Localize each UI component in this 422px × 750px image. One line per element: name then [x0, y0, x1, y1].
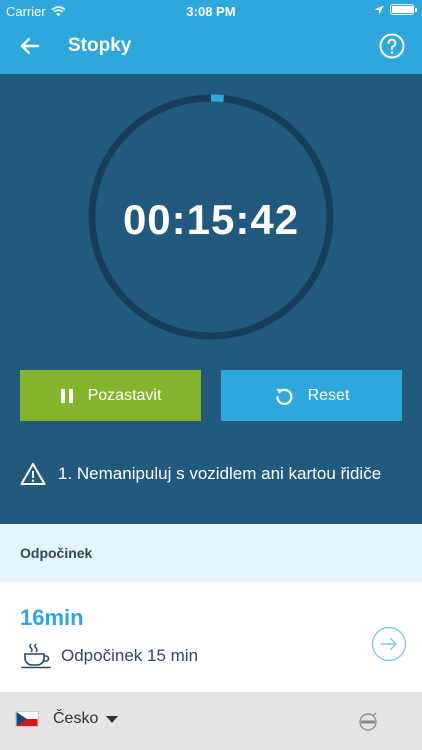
language-selector[interactable]: Česko — [15, 710, 119, 728]
reset-icon — [275, 388, 293, 405]
warning-text: 1. Nemanipuluj s vozidlem ani kartou řid… — [58, 464, 382, 483]
break-duration: 16min — [20, 605, 84, 630]
location-icon — [374, 5, 384, 14]
break-card[interactable]: 16min Odpočinek 15 min — [0, 582, 422, 692]
status-indicators — [374, 4, 417, 15]
status-bar: Carrier 3:08 PM — [0, 0, 422, 22]
language-label: Česko — [53, 710, 99, 727]
battery-level — [392, 6, 413, 13]
pause-icon — [60, 388, 73, 403]
pause-button[interactable]: Pozastavit — [20, 370, 201, 421]
break-info: Odpočinek 15 min — [20, 642, 198, 670]
page-title: Stopky — [68, 35, 132, 56]
coffee-cup-icon — [21, 643, 51, 669]
battery-icon — [390, 4, 417, 15]
czech-flag-icon — [15, 711, 39, 727]
timer-display: 00:15:42 — [122, 196, 300, 243]
question-circle-icon[interactable] — [378, 32, 406, 60]
pause-button-label: Pozastavit — [87, 386, 162, 404]
arrow-right-circle-icon[interactable] — [371, 626, 407, 662]
app-header-area: Carrier 3:08 PM Stopky — [0, 0, 422, 74]
warning-icon — [20, 463, 46, 485]
brand-logo-icon — [359, 712, 377, 731]
stopwatch-panel: 00:15:42 Pozastavit Reset 1. Nemanipuluj… — [0, 74, 422, 524]
section-title: Odpočinek — [20, 545, 93, 561]
footer-bar: Česko — [0, 692, 422, 750]
break-label: Odpočinek 15 min — [61, 646, 199, 665]
section-header: Odpočinek — [0, 524, 422, 582]
status-time: 3:08 PM — [186, 4, 236, 19]
reset-button-label: Reset — [307, 386, 350, 404]
arrow-left-icon[interactable] — [16, 32, 44, 60]
chevron-down-icon — [106, 715, 119, 723]
nav-bar: Stopky — [0, 22, 422, 74]
reset-button[interactable]: Reset — [221, 370, 402, 421]
warning-message: 1. Nemanipuluj s vozidlem ani kartou řid… — [20, 462, 381, 486]
